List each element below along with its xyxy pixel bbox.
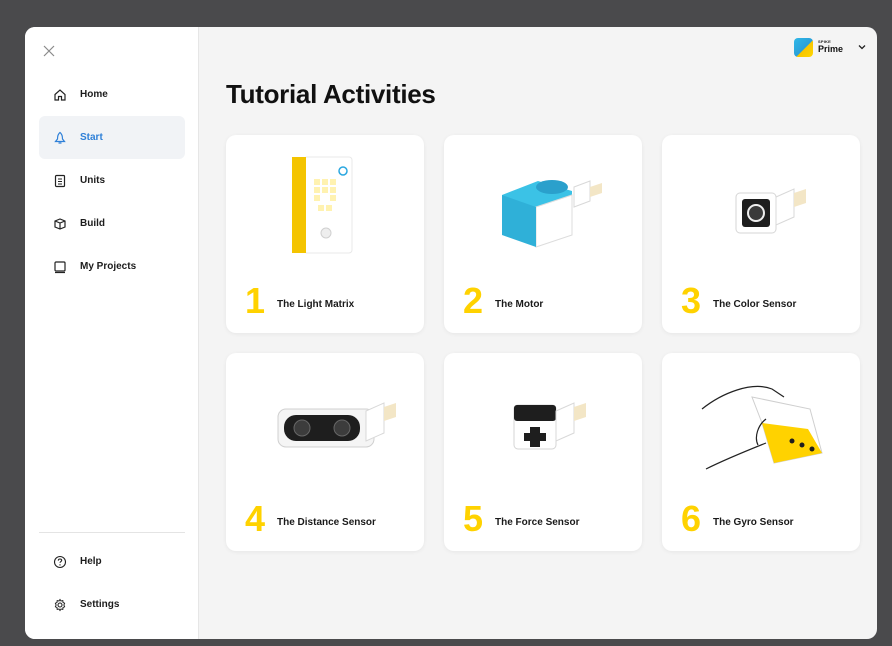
- sidebar-divider: [39, 532, 185, 533]
- motor-illustration: [502, 180, 602, 248]
- sidebar-item-label: Units: [80, 175, 105, 186]
- projects-icon: [53, 260, 67, 274]
- color-sensor-illustration: [735, 188, 806, 234]
- activity-card-gyro-sensor[interactable]: 6 The Gyro Sensor: [662, 353, 860, 551]
- page-title: Tutorial Activities: [226, 79, 436, 109]
- sidebar-item-my-projects[interactable]: My Projects: [39, 245, 185, 288]
- chevron-down-icon: [857, 42, 867, 52]
- units-icon: [53, 174, 67, 188]
- home-icon: [53, 88, 67, 102]
- sidebar-item-home[interactable]: Home: [39, 73, 185, 116]
- sidebar-item-build[interactable]: Build: [39, 202, 185, 245]
- close-button[interactable]: [39, 41, 59, 61]
- close-icon: [43, 45, 55, 57]
- sidebar-item-label: Build: [80, 218, 105, 229]
- hub-name: Prime: [817, 44, 843, 54]
- sidebar-item-start[interactable]: Start: [39, 116, 185, 159]
- activity-title: The Distance Sensor: [277, 517, 376, 528]
- sidebar-item-label: Help: [80, 556, 102, 567]
- sidebar: Home Start Units Build My Projects Help …: [25, 27, 199, 639]
- activity-card-color-sensor[interactable]: 3 The Color Sensor: [662, 135, 860, 333]
- activity-number: 1: [245, 280, 266, 321]
- rocket-icon: [53, 131, 67, 145]
- activity-title: The Color Sensor: [713, 299, 797, 310]
- sidebar-item-label: My Projects: [80, 261, 137, 272]
- activity-number: 4: [245, 498, 266, 539]
- gyro-sensor-illustration: [701, 385, 823, 470]
- main-content: SPIKE Prime Tutorial Activities 1 The Li…: [199, 27, 877, 639]
- hub-label: SPIKE Prime: [818, 40, 843, 54]
- activity-title: The Force Sensor: [495, 517, 580, 528]
- activity-number: 3: [681, 280, 702, 321]
- sidebar-item-label: Start: [80, 132, 103, 143]
- help-icon: [53, 555, 67, 569]
- activity-number: 5: [463, 498, 484, 539]
- activity-title: The Gyro Sensor: [713, 517, 794, 528]
- sidebar-bottom-nav: Help Settings: [39, 540, 185, 626]
- activity-title: The Motor: [495, 299, 544, 310]
- distance-sensor-illustration: [277, 402, 396, 448]
- activity-card-light-matrix[interactable]: 1 The Light Matrix: [226, 135, 424, 333]
- activity-card-motor[interactable]: 2 The Motor: [444, 135, 642, 333]
- activity-number: 6: [681, 498, 702, 539]
- sidebar-item-label: Settings: [80, 599, 120, 610]
- activity-title: The Light Matrix: [277, 299, 355, 310]
- activity-number: 2: [463, 280, 484, 321]
- light-matrix-illustration: [292, 156, 353, 254]
- app-window: Home Start Units Build My Projects Help …: [25, 27, 877, 639]
- activity-card-distance-sensor[interactable]: 4 The Distance Sensor: [226, 353, 424, 551]
- build-icon: [53, 217, 67, 231]
- spike-prime-logo: [793, 37, 813, 57]
- sidebar-item-units[interactable]: Units: [39, 159, 185, 202]
- activity-card-force-sensor[interactable]: 5 The Force Sensor: [444, 353, 642, 551]
- sidebar-item-help[interactable]: Help: [39, 540, 185, 583]
- sidebar-nav: Home Start Units Build My Projects: [39, 73, 185, 288]
- force-sensor-illustration: [513, 402, 586, 450]
- gear-icon: [53, 598, 67, 612]
- sidebar-item-settings[interactable]: Settings: [39, 583, 185, 626]
- sidebar-item-label: Home: [80, 89, 108, 100]
- hub-selector[interactable]: SPIKE Prime: [793, 36, 867, 58]
